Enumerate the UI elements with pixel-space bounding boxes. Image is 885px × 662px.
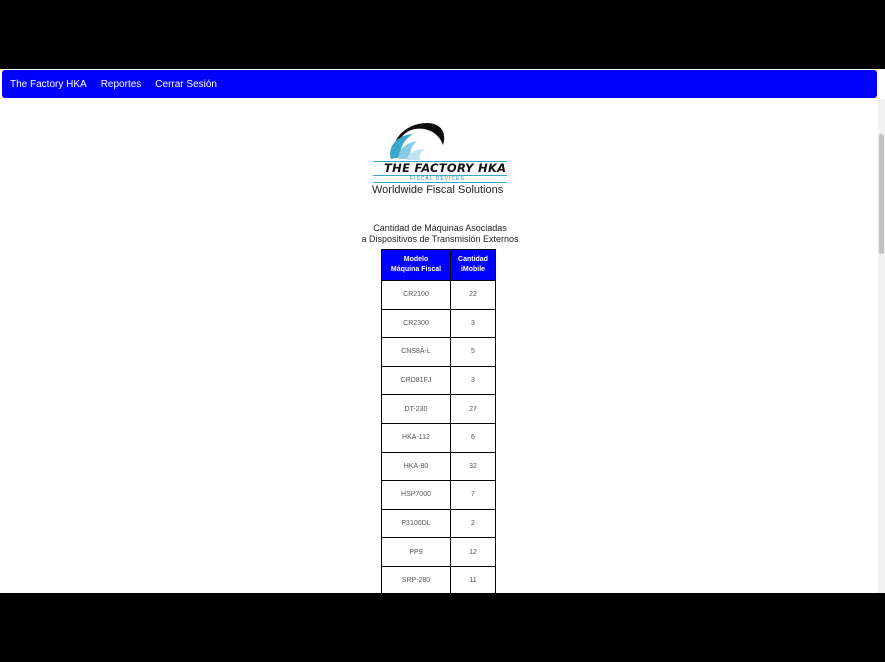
table-row: HKA-112 6 — [381, 422, 496, 453]
cell-quantity: 11 — [450, 565, 496, 593]
logo-title: THE FACTORY HKA — [384, 161, 507, 175]
cell-model: CR2100 — [381, 280, 451, 310]
table-row: P3100DL 2 — [381, 508, 496, 539]
cell-quantity: 6 — [450, 422, 496, 453]
logo-tagline: Worldwide Fiscal Solutions — [372, 184, 504, 196]
header-quantity: Cantidad iMobile — [450, 249, 496, 281]
cell-model: PP9 — [381, 537, 451, 567]
cell-quantity: 12 — [450, 537, 496, 567]
table-row: PP9 12 — [381, 537, 496, 567]
header-qty-line1: Cantidad — [458, 256, 488, 263]
header-model: Modelo Máquina Fiscal — [381, 249, 451, 281]
vertical-scrollbar[interactable] — [878, 99, 885, 593]
cell-model: CRD81FJ — [381, 365, 451, 396]
header-model-line2: Máquina Fiscal — [390, 266, 442, 273]
table-row: CRD81FJ 3 — [381, 365, 496, 396]
table-row: CR2300 3 — [381, 308, 496, 339]
report-title: Cantidad de Máquinas Asociadas a Disposi… — [340, 223, 540, 245]
table-row: HSP7000 7 — [381, 480, 496, 510]
cell-quantity: 7 — [450, 480, 496, 510]
table-row: SRP-280 11 — [381, 565, 496, 593]
cell-quantity: 22 — [450, 280, 496, 310]
report-title-line1: Cantidad de Máquinas Asociadas — [373, 223, 507, 233]
cell-quantity: 5 — [450, 337, 496, 367]
scrollbar-thumb[interactable] — [879, 134, 884, 254]
header-model-line1: Modelo — [403, 256, 429, 263]
table-header-row: Modelo Máquina Fiscal Cantidad iMobile — [381, 249, 496, 281]
table-row: HKA-80 32 — [381, 451, 496, 482]
cell-quantity: 2 — [450, 508, 496, 539]
cell-model: HKA-112 — [381, 422, 451, 453]
report-title-line2: a Dispositivos de Transmisión Externos — [361, 234, 519, 244]
nav-brand-link[interactable]: The Factory HKA — [10, 79, 87, 90]
browser-viewport: The Factory HKA Reportes Cerrar Sesión T… — [0, 69, 885, 593]
cell-model: P3100DL — [381, 508, 451, 539]
table-row: DT-230 27 — [381, 394, 496, 424]
table-row: CR2100 22 — [381, 280, 496, 310]
devices-table: Modelo Máquina Fiscal Cantidad iMobile C… — [381, 249, 496, 593]
company-logo: THE FACTORY HKA FISCAL DEVICES Worldwide… — [367, 119, 517, 201]
cell-quantity: 27 — [450, 394, 496, 424]
top-navbar: The Factory HKA Reportes Cerrar Sesión — [2, 70, 877, 98]
logo-bottom-rule — [373, 182, 507, 183]
cell-model: SRP-280 — [381, 565, 451, 593]
nav-reports-link[interactable]: Reportes — [101, 79, 142, 90]
cell-model: CR2300 — [381, 308, 451, 339]
cell-model: HKA-80 — [381, 451, 451, 482]
cell-model: HSP7000 — [381, 480, 451, 510]
header-qty-line2: iMobile — [460, 266, 486, 273]
cell-model: DT-230 — [381, 394, 451, 424]
cell-model: CNS8A-L — [381, 337, 451, 367]
cell-quantity: 3 — [450, 365, 496, 396]
cell-quantity: 32 — [450, 451, 496, 482]
cell-quantity: 3 — [450, 308, 496, 339]
nav-logout-link[interactable]: Cerrar Sesión — [155, 79, 217, 90]
table-row: CNS8A-L 5 — [381, 337, 496, 367]
